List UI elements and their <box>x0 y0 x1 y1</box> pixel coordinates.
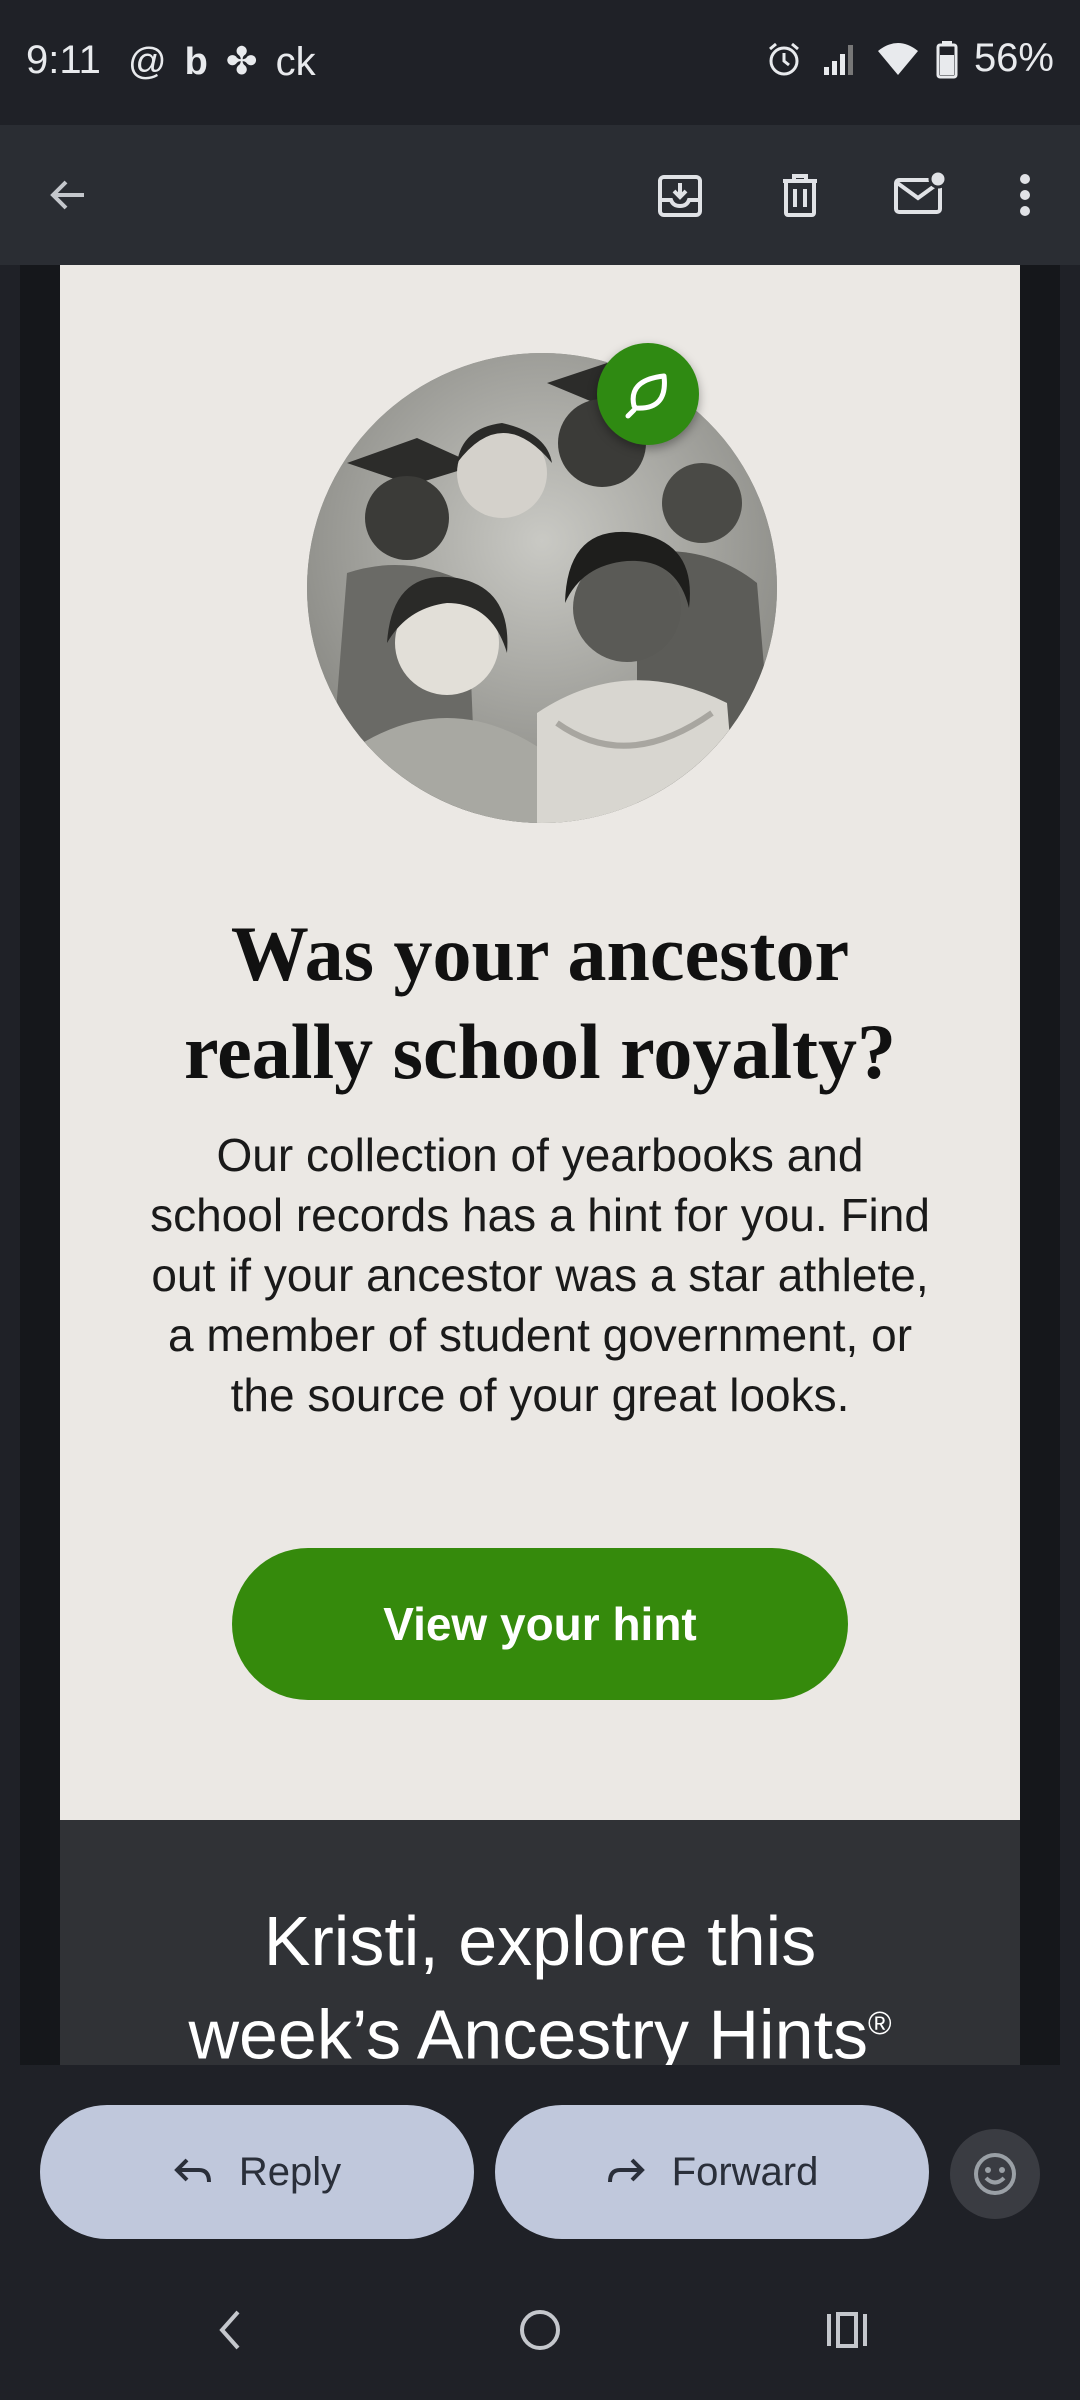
email-toolbar <box>0 125 1080 265</box>
status-app-text: ck <box>275 40 316 84</box>
hints-heading-line-2: week’s Ancestry Hints® <box>60 1982 1020 2065</box>
threads-icon: @ <box>128 41 167 83</box>
archive-icon <box>658 175 702 217</box>
hints-heading: Kristi, explore this week’s Ancestry Hin… <box>60 1900 1020 2065</box>
delete-button[interactable] <box>760 155 840 235</box>
status-time: 9:11 <box>26 38 101 82</box>
mark-unread-button[interactable] <box>880 155 960 235</box>
reply-label: Reply <box>238 2149 342 2194</box>
nav-recents-button[interactable] <box>812 2295 882 2365</box>
system-nav-bar <box>0 2260 1080 2400</box>
forward-icon <box>607 2158 645 2183</box>
nav-back-icon <box>219 2310 240 2350</box>
forward-button[interactable]: Forward <box>495 2105 929 2239</box>
status-app-icons: @ b ✤ ck <box>128 38 316 86</box>
wifi-icon <box>877 42 918 75</box>
more-vert-icon <box>1020 174 1030 216</box>
smiley-icon <box>974 2153 1016 2195</box>
bing-icon: b <box>184 41 208 83</box>
mark-unread-icon <box>894 170 948 214</box>
body-text: Our collection of yearbooks and school r… <box>150 1129 930 1421</box>
registered-mark: ® <box>867 2005 892 2041</box>
headline: Was your ancestor really school royalty? <box>60 905 1020 1101</box>
headline-line-2: really school royalty? <box>183 1008 897 1095</box>
back-arrow-icon <box>50 180 84 210</box>
graduates-photo <box>307 353 777 823</box>
nav-back-button[interactable] <box>195 2295 265 2365</box>
status-right: 56% <box>764 36 1054 81</box>
leaf-chat-icon <box>597 343 699 445</box>
pinwheel-icon: ✤ <box>225 41 258 83</box>
archive-button[interactable] <box>640 155 720 235</box>
action-bar: Reply Forward <box>0 2065 1080 2260</box>
reply-icon <box>174 2158 211 2183</box>
back-button[interactable] <box>28 155 108 235</box>
hints-heading-line-2-text: week’s Ancestry Hints <box>188 1995 868 2065</box>
battery-icon <box>936 40 958 78</box>
headline-line-1: Was your ancestor <box>230 910 850 997</box>
view-hint-button[interactable]: View your hint <box>232 1548 848 1700</box>
hints-heading-line-1: Kristi, explore this <box>263 1902 817 1980</box>
nav-home-button[interactable] <box>505 2295 575 2365</box>
emoji-reaction-button[interactable] <box>950 2129 1040 2219</box>
graduates-photo-wrap <box>307 343 777 823</box>
email-content[interactable]: Was your ancestor really school royalty?… <box>20 265 1060 2065</box>
signal-icon <box>823 44 853 75</box>
hints-section: Kristi, explore this week’s Ancestry Hin… <box>60 1820 1020 2065</box>
nav-home-icon <box>520 2310 560 2350</box>
reply-button[interactable]: Reply <box>40 2105 474 2239</box>
more-options-button[interactable] <box>985 155 1065 235</box>
alarm-icon <box>768 42 799 75</box>
status-bar: 9:11 @ b ✤ ck 56% <box>0 0 1080 125</box>
forward-label: Forward <box>671 2149 819 2194</box>
promo-card: Was your ancestor really school royalty?… <box>60 265 1020 1820</box>
nav-recents-icon <box>827 2312 867 2348</box>
delete-icon <box>783 174 817 217</box>
battery-percent: 56% <box>973 36 1054 80</box>
